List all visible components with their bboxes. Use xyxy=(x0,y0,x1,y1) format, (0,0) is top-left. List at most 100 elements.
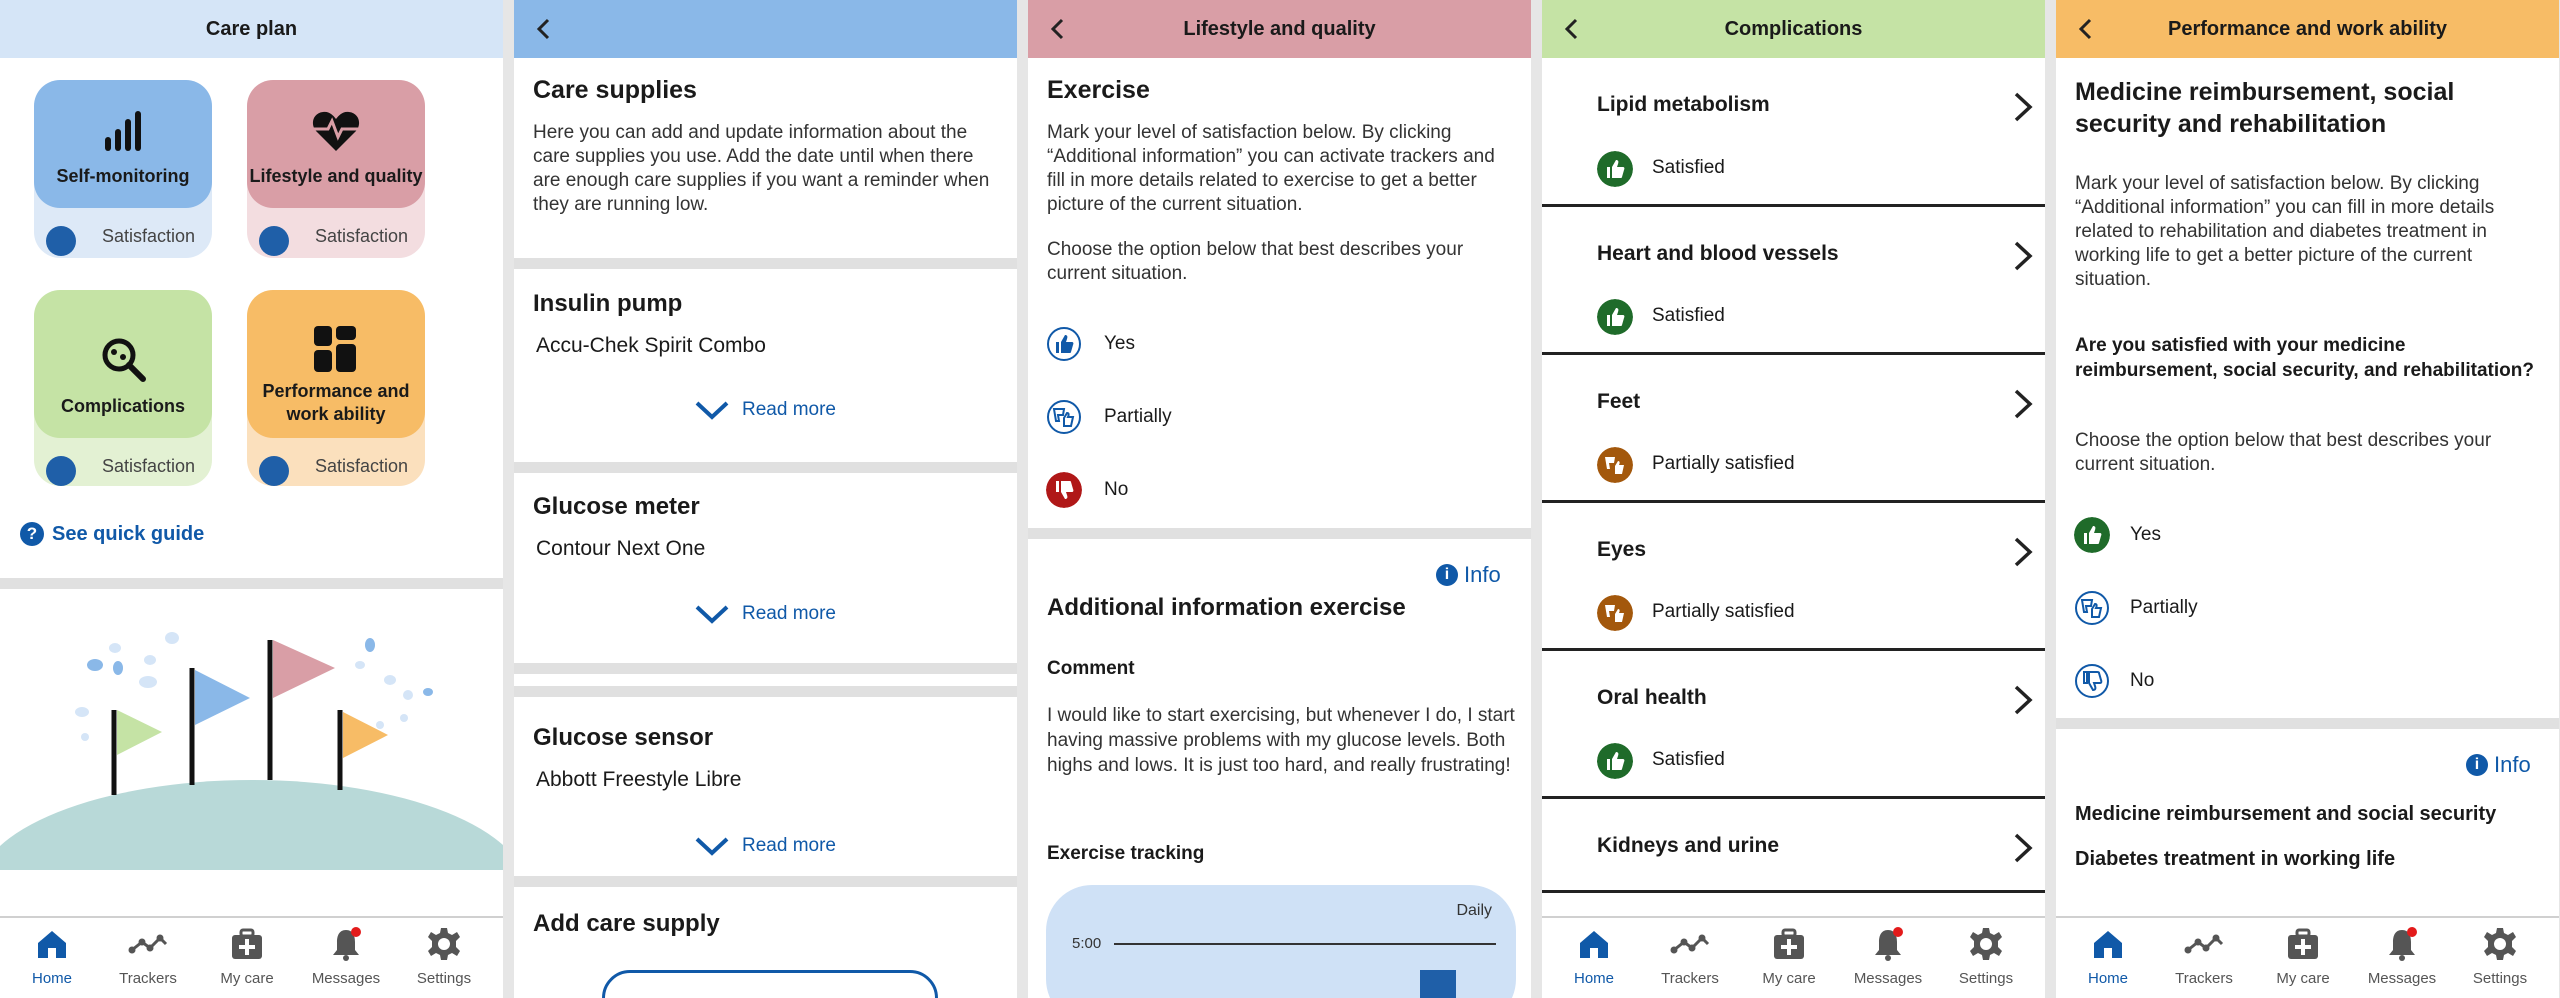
supply-type: Glucose sensor xyxy=(533,724,714,751)
trackers-icon xyxy=(2184,934,2224,954)
nav-settings[interactable]: Settings xyxy=(1936,918,2036,998)
chevron-right-icon xyxy=(2012,683,2034,717)
option-no[interactable]: No xyxy=(2074,663,2544,703)
tile-label: Complications xyxy=(60,396,185,416)
bell-icon xyxy=(1875,927,1903,961)
nav-home[interactable]: Home xyxy=(2,918,102,998)
divider xyxy=(1028,528,1531,539)
intro-text: Mark your level of satisfaction below. B… xyxy=(1047,122,1495,215)
back-button[interactable] xyxy=(1560,16,1584,42)
option-no[interactable]: No xyxy=(1046,472,1516,512)
nav-my-care[interactable]: My care xyxy=(1739,918,1839,998)
back-arrow-icon xyxy=(1564,18,1578,40)
intro-text: Here you can add and update information … xyxy=(533,122,990,215)
add-care-supply-title: Add care supply xyxy=(533,910,720,937)
option-yes[interactable]: Yes xyxy=(2074,517,2544,557)
home-icon xyxy=(2094,931,2122,958)
nav-trackers[interactable]: Trackers xyxy=(1640,918,1740,998)
divider xyxy=(514,462,1017,473)
back-button[interactable] xyxy=(1046,16,1070,42)
nav-my-care[interactable]: My care xyxy=(197,918,297,998)
chart-bar xyxy=(1420,970,1456,998)
tracking-label: Exercise tracking xyxy=(1047,843,1205,864)
chart-gridline xyxy=(1114,943,1496,945)
chevron-right-icon xyxy=(2012,387,2034,421)
partial-thumbs-icon xyxy=(1597,447,1633,483)
link-medicine-reimbursement[interactable]: Medicine reimbursement and social securi… xyxy=(2075,803,2496,826)
performance-panel: Performance and work ability Medicine re… xyxy=(2056,0,2559,998)
info-button[interactable]: i Info xyxy=(1436,562,1501,588)
nav-messages[interactable]: Messages xyxy=(2352,918,2452,998)
nav-messages[interactable]: Messages xyxy=(1838,918,1938,998)
quick-guide-link[interactable]: ? See quick guide xyxy=(20,522,204,546)
header: Care plan xyxy=(0,0,503,58)
divider xyxy=(514,663,1017,674)
chevron-right-icon xyxy=(2012,535,2034,569)
option-partially[interactable]: Partially xyxy=(1046,399,1516,439)
nav-home[interactable]: Home xyxy=(2058,918,2158,998)
page-title: Care plan xyxy=(205,17,298,40)
home-icon xyxy=(38,931,66,958)
info-button[interactable]: i Info xyxy=(2466,752,2531,778)
complication-item-eyes[interactable]: Eyes Partially satisfied xyxy=(1542,502,2045,648)
header xyxy=(514,0,1017,58)
nav-trackers[interactable]: Trackers xyxy=(98,918,198,998)
trackers-icon xyxy=(1670,934,1710,954)
medical-kit-icon xyxy=(2288,928,2318,959)
lifestyle-panel: Lifestyle and quality Exercise Mark your… xyxy=(1028,0,1531,998)
read-more-button[interactable]: Read more xyxy=(694,399,836,421)
tile-self-monitoring[interactable]: Self-monitoring Satisfaction xyxy=(34,80,212,258)
chevron-right-icon xyxy=(2012,239,2034,273)
choose-text: Choose the option below that best descri… xyxy=(2075,430,2492,475)
nav-trackers[interactable]: Trackers xyxy=(2154,918,2254,998)
info-icon: i xyxy=(1436,564,1458,586)
back-arrow-icon xyxy=(536,18,550,40)
complication-item-oral[interactable]: Oral health Satisfied xyxy=(1542,650,2045,796)
care-plan-panel: Care plan Self-monitoring Satisfaction L… xyxy=(0,0,503,998)
back-button[interactable] xyxy=(532,16,556,42)
divider xyxy=(514,876,1017,887)
complication-item-lipid[interactable]: Lipid metabolism Satisfied xyxy=(1542,58,2045,204)
divider xyxy=(514,258,1017,269)
section-title: Exercise xyxy=(1047,76,1150,104)
home-icon xyxy=(1580,931,1608,958)
tile-complications[interactable]: Complications Satisfaction xyxy=(34,290,212,486)
tile-label: Self-monitoring xyxy=(56,166,190,186)
option-yes[interactable]: Yes xyxy=(1046,326,1516,366)
section-title: Care supplies xyxy=(533,76,697,104)
nav-settings[interactable]: Settings xyxy=(394,918,494,998)
intro-text: Mark your level of satisfaction below. B… xyxy=(2075,173,2495,290)
read-more-button[interactable]: Read more xyxy=(694,603,836,625)
tile-lifestyle[interactable]: Lifestyle and quality Satisfaction xyxy=(247,80,425,258)
divider xyxy=(514,686,1017,697)
link-diabetes-working-life[interactable]: Diabetes treatment in working life xyxy=(2075,848,2395,871)
tile-performance[interactable]: Performance and work ability Satisfactio… xyxy=(247,290,425,486)
nav-messages[interactable]: Messages xyxy=(296,918,396,998)
page-title: Lifestyle and quality xyxy=(1183,17,1376,40)
nav-my-care[interactable]: My care xyxy=(2253,918,2353,998)
partial-thumbs-icon xyxy=(1597,595,1633,631)
add-care-supply-button[interactable] xyxy=(602,970,938,998)
complication-item-heart[interactable]: Heart and blood vessels Satisfied xyxy=(1542,206,2045,352)
bottom-nav: Home Trackers My care Messages Settings xyxy=(1542,916,2045,998)
exercise-chart: Daily 5:00 xyxy=(1046,885,1516,998)
supply-name: Accu-Chek Spirit Combo xyxy=(536,334,766,357)
back-button[interactable] xyxy=(2074,16,2098,42)
header: Lifestyle and quality xyxy=(1028,0,1531,58)
gear-icon xyxy=(428,928,460,960)
additional-info-title: Additional information exercise xyxy=(1047,594,1406,621)
complication-item-kidneys[interactable]: Kidneys and urine xyxy=(1542,798,2045,890)
divider xyxy=(1542,890,2045,893)
read-more-button[interactable]: Read more xyxy=(694,835,836,857)
tile-label: Performance and work ability xyxy=(262,381,410,424)
partial-thumbs-icon xyxy=(1047,400,1081,434)
satisfaction-dot xyxy=(259,226,289,256)
chevron-right-icon xyxy=(2012,90,2034,124)
nav-settings[interactable]: Settings xyxy=(2450,918,2550,998)
nav-home[interactable]: Home xyxy=(1544,918,1644,998)
comment-label: Comment xyxy=(1047,658,1135,679)
option-partially[interactable]: Partially xyxy=(2074,590,2544,630)
gear-icon xyxy=(1970,928,2002,960)
complication-item-feet[interactable]: Feet Partially satisfied xyxy=(1542,354,2045,500)
chevron-down-icon xyxy=(695,605,729,624)
